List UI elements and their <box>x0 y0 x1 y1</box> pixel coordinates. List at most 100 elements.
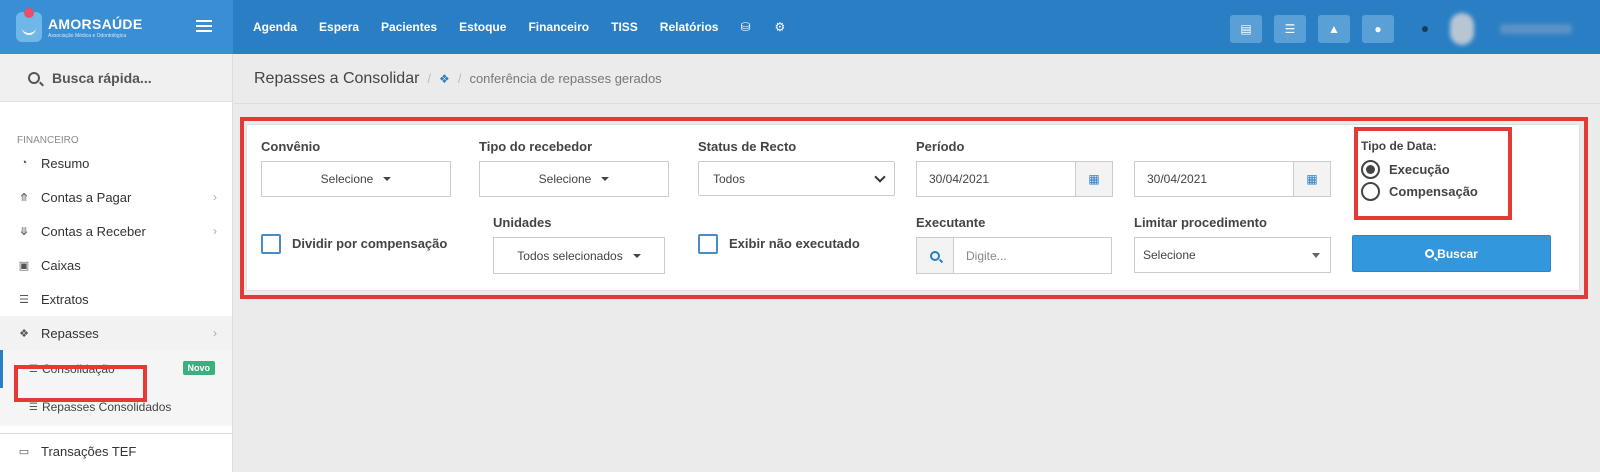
sidebar-item-contas-receber[interactable]: ⤋ Contas a Receber › <box>0 214 232 248</box>
periodo-end-value: 30/04/2021 <box>1147 172 1208 186</box>
puzzle-icon[interactable]: ❖ <box>439 72 450 86</box>
status-recto-select[interactable]: Todos <box>698 161 895 196</box>
buscar-button[interactable]: Buscar <box>1352 235 1551 272</box>
buscar-label: Buscar <box>1437 246 1478 261</box>
username-blurred[interactable] <box>1500 24 1572 34</box>
limitar-procedimento-value: Selecione <box>1143 248 1196 262</box>
top-nav: Agenda Espera Pacientes Estoque Financei… <box>253 20 809 34</box>
dividir-compensacao-checkbox[interactable] <box>261 234 281 254</box>
calendar-icon[interactable]: ▦ <box>1293 161 1331 197</box>
nav-relatorios[interactable]: Relatórios <box>660 20 719 34</box>
sidebar-subitem-consolidacao[interactable]: ☰ Consolidação Novo <box>0 350 232 388</box>
exibir-nao-executado-checkbox[interactable] <box>698 234 718 254</box>
pie-chart-icon: ◔ <box>20 157 28 169</box>
avatar[interactable] <box>1450 13 1474 45</box>
list-icon: ☰ <box>29 363 38 375</box>
sidebar-subitem-label: Repasses Consolidados <box>41 400 172 414</box>
convenio-label: Convênio <box>261 139 321 154</box>
brand[interactable]: AMORSAÚDE Associação Médica e Odontológi… <box>0 0 233 54</box>
sidebar-item-label: Contas a Receber <box>41 223 146 239</box>
quick-search[interactable]: Busca rápida... <box>0 54 232 102</box>
brand-tagline: Associação Médica e Odontológica <box>48 32 127 39</box>
executante-input[interactable]: Digite... <box>953 237 1112 274</box>
nav-pacientes[interactable]: Pacientes <box>381 20 437 34</box>
chevron-right-icon: › <box>213 224 217 238</box>
brand-text: AMORSAÚDE Associação Médica e Odontológi… <box>48 16 142 39</box>
list-icon: ☰ <box>19 293 29 306</box>
nav-estoque[interactable]: Estoque <box>459 20 506 34</box>
exibir-nao-executado-label: Exibir não executado <box>729 236 860 251</box>
sidebar-item-label: Resumo <box>41 155 90 171</box>
nav-financeiro[interactable]: Financeiro <box>528 20 589 34</box>
inbox-icon: ▣ <box>18 259 30 272</box>
sidebar-item-label: Repasses <box>41 325 99 341</box>
credit-card-icon: ▭ <box>18 445 30 458</box>
sidebar-item-label: Transações TEF <box>41 443 137 459</box>
periodo-start-value: 30/04/2021 <box>929 172 990 186</box>
online-status-icon <box>1422 26 1428 32</box>
sidebar-item-label: Caixas <box>41 257 81 273</box>
puzzle-icon: ❖ <box>19 327 29 340</box>
tipo-recebedor-dropdown[interactable]: Selecione <box>479 161 669 197</box>
tipo-recebedor-value: Selecione <box>538 172 592 186</box>
caret-down-icon <box>601 177 610 181</box>
quick-search-label: Busca rápida... <box>52 69 152 86</box>
unidades-value: Todos selecionados <box>517 248 623 263</box>
convenio-value: Selecione <box>320 172 374 186</box>
database-icon[interactable]: ⛁ <box>740 20 750 34</box>
top-bar: AMORSAÚDE Associação Médica e Odontológi… <box>0 0 1600 54</box>
menu-toggle-icon[interactable] <box>196 20 212 32</box>
unidades-label: Unidades <box>493 215 552 230</box>
card-icon[interactable]: ☰ <box>1274 15 1306 43</box>
radio-compensacao[interactable] <box>1361 182 1380 201</box>
calendar-icon[interactable]: ▦ <box>1075 161 1113 197</box>
tipo-recebedor-label: Tipo do recebedor <box>479 139 593 154</box>
new-badge: Novo <box>182 361 215 375</box>
periodo-label: Período <box>916 139 965 154</box>
arrow-up-circle-icon: ⤊ <box>19 191 29 204</box>
sidebar-item-extratos[interactable]: ☰ Extratos <box>0 282 232 316</box>
radio-execucao[interactable] <box>1361 160 1380 179</box>
sidebar-subitem-label: Consolidação <box>41 362 115 376</box>
radio-compensacao-label: Compensação <box>1389 184 1478 199</box>
sidebar-item-transacoes-tef[interactable]: ▭ Transações TEF <box>0 434 232 468</box>
executante-label: Executante <box>916 215 986 230</box>
inbox-icon[interactable]: ▤ <box>1230 15 1262 43</box>
chat-icon[interactable]: ● <box>1362 15 1394 43</box>
unidades-dropdown[interactable]: Todos selecionados <box>493 237 665 274</box>
sidebar-item-resumo[interactable]: ◔ Resumo <box>0 146 232 180</box>
chevron-down-icon <box>874 170 886 183</box>
breadcrumb-current: conferência de repasses gerados <box>469 71 662 86</box>
status-recto-label: Status de Recto <box>698 139 797 154</box>
gear-icon[interactable]: ⚙ <box>775 20 786 34</box>
caret-down-icon <box>383 177 392 181</box>
limitar-procedimento-label: Limitar procedimento <box>1134 215 1267 230</box>
convenio-dropdown[interactable]: Selecione <box>261 161 451 197</box>
breadcrumb-separator: / <box>427 71 432 86</box>
sidebar-subitem-repasses-consolidados[interactable]: ☰ Repasses Consolidados <box>0 388 232 426</box>
bell-icon[interactable]: ▲ <box>1318 15 1350 43</box>
chevron-right-icon: › <box>213 190 217 204</box>
brand-name: AMORSAÚDE <box>48 15 143 32</box>
sidebar-item-label: Extratos <box>41 291 89 307</box>
nav-agenda[interactable]: Agenda <box>253 20 297 34</box>
limitar-procedimento-select[interactable]: Selecione <box>1134 237 1331 273</box>
top-right-tools: ▤ ☰ ▲ ● <box>1218 13 1572 45</box>
periodo-end-input[interactable]: 30/04/2021 <box>1134 161 1294 197</box>
executante-search-addon[interactable] <box>916 237 954 274</box>
sidebar-item-label: Contas a Pagar <box>41 189 132 205</box>
sidebar-item-caixas[interactable]: ▣ Caixas <box>0 248 232 282</box>
sidebar-item-contas-pagar[interactable]: ⤊ Contas a Pagar › <box>0 180 232 214</box>
list-icon: ☰ <box>29 401 38 413</box>
search-icon <box>930 250 940 261</box>
breadcrumb: Repasses a Consolidar / ❖ / conferência … <box>234 54 1600 104</box>
sidebar-item-repasses[interactable]: ❖ Repasses › <box>0 316 232 350</box>
page-title: Repasses a Consolidar <box>254 69 420 87</box>
executante-placeholder: Digite... <box>966 248 1007 263</box>
nav-espera[interactable]: Espera <box>319 20 359 34</box>
brand-logo-icon <box>16 8 42 42</box>
nav-tiss[interactable]: TISS <box>611 20 638 34</box>
caret-down-icon <box>1312 252 1320 258</box>
search-icon <box>1425 249 1435 258</box>
periodo-start-input[interactable]: 30/04/2021 <box>916 161 1076 197</box>
